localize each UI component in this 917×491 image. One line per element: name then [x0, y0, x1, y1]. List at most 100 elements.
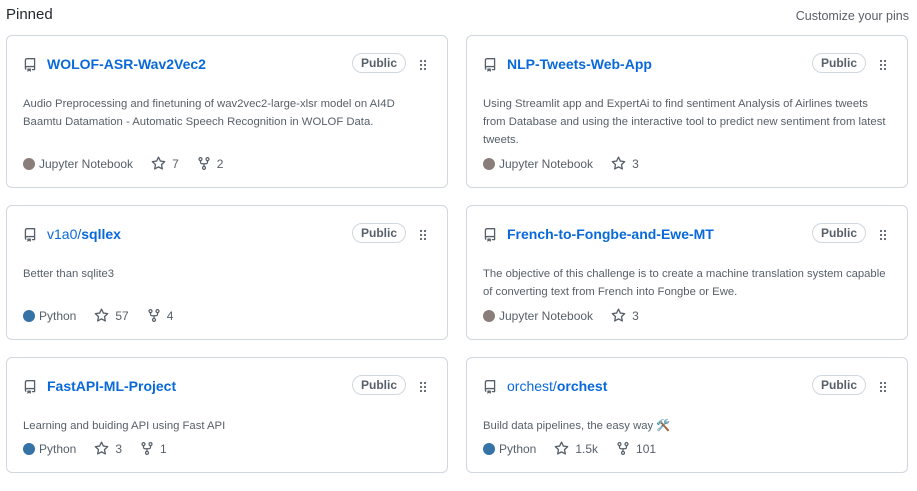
repo-description: Better than sqlite3: [23, 268, 115, 281]
language-label: Python: [39, 441, 77, 456]
repo-meta: Jupyter Notebook 3: [483, 156, 657, 171]
language-label: Jupyter Notebook: [499, 156, 594, 171]
stars-count: 3: [632, 308, 639, 323]
repo-name-link[interactable]: WOLOF-ASR-Wav2Vec2: [47, 56, 206, 72]
language-color-dot: [23, 309, 35, 322]
stars-link[interactable]: 1.5k: [554, 441, 598, 456]
fork-icon: [148, 309, 160, 322]
repo-name: orchest: [556, 378, 608, 394]
star-icon: [611, 308, 626, 322]
repo-owner: v1a0/: [47, 226, 82, 242]
visibility-badge: Public: [351, 223, 406, 243]
stars-count: 3: [115, 441, 123, 456]
language-color-dot: [483, 442, 495, 455]
fork-icon: [141, 442, 153, 455]
repo-name-link[interactable]: French-to-Fongbe-and-Ewe-MT: [507, 226, 714, 242]
repo-icon: [24, 228, 36, 242]
stars-link[interactable]: 3: [94, 441, 122, 456]
drag-handle-icon[interactable]: [879, 59, 887, 71]
repo-language: Jupyter Notebook: [483, 157, 593, 171]
fork-icon: [198, 157, 210, 170]
language-label: Python: [499, 441, 537, 456]
repo-name: French-to-Fongbe-and-Ewe-MT: [507, 226, 714, 242]
drag-handle-icon[interactable]: [879, 229, 887, 241]
stars-link[interactable]: 7: [151, 156, 179, 171]
stars-link[interactable]: 57: [94, 308, 129, 323]
fork-icon: [617, 442, 629, 455]
repo-name-link[interactable]: v1a0/sqllex: [47, 226, 121, 242]
repo-description: Audio Preprocessing and finetuning of wa…: [23, 98, 395, 129]
visibility-badge: Public: [811, 223, 866, 243]
stars-count: 3: [632, 156, 639, 171]
repo-name: FastAPI-ML-Project: [47, 378, 177, 394]
repo-name: NLP-Tweets-Web-App: [507, 56, 652, 72]
repo-language: Python: [483, 442, 536, 456]
language-color-dot: [483, 309, 495, 322]
language-color-dot: [483, 157, 495, 170]
repo-owner: orchest/: [507, 378, 557, 394]
forks-link[interactable]: 101: [616, 441, 656, 456]
repo-description: The objective of this challenge is to cr…: [483, 268, 886, 299]
drag-handle-icon[interactable]: [419, 229, 427, 241]
star-icon: [95, 441, 109, 455]
language-color-dot: [23, 442, 35, 455]
drag-handle-icon[interactable]: [419, 59, 427, 71]
visibility-badge: Public: [811, 375, 866, 395]
customize-pins-link[interactable]: Customize your pins: [796, 9, 909, 23]
language-color-dot: [23, 157, 35, 170]
forks-link[interactable]: 4: [147, 308, 174, 323]
repo-icon: [24, 380, 36, 394]
pinned-repo-card: WOLOF-ASR-Wav2Vec2 Public Audio Preproce…: [6, 35, 448, 188]
repo-meta: Jupyter Notebook 3: [483, 308, 657, 323]
pinned-header: Pinned Customize your pins: [6, 6, 909, 28]
forks-link[interactable]: 2: [197, 156, 224, 171]
star-icon: [95, 308, 109, 322]
pinned-repo-card: v1a0/sqllex Public Better than sqlite3 P…: [6, 205, 448, 340]
repo-meta: Python 1.5k 101: [483, 441, 674, 456]
pinned-repo-card: orchest/orchest Public Build data pipeli…: [466, 357, 908, 473]
pinned-repo-card: NLP-Tweets-Web-App Public Using Streamli…: [466, 35, 908, 188]
stars-count: 7: [172, 156, 179, 171]
stars-link[interactable]: 3: [611, 308, 639, 323]
stars-link[interactable]: 3: [611, 156, 639, 171]
repo-icon: [484, 58, 496, 72]
language-label: Jupyter Notebook: [499, 308, 594, 323]
pinned-title: Pinned: [6, 6, 53, 23]
repo-meta: Python 57 4: [23, 308, 191, 323]
repo-language: Python: [23, 309, 76, 323]
repo-language: Jupyter Notebook: [23, 157, 133, 171]
forks-count: 4: [166, 308, 174, 323]
visibility-badge: Public: [351, 53, 406, 73]
repo-icon: [484, 228, 496, 242]
pinned-repo-card: FastAPI-ML-Project Public Learning and b…: [6, 357, 448, 473]
repo-icon: [484, 380, 496, 394]
repo-name-link[interactable]: NLP-Tweets-Web-App: [507, 56, 652, 72]
language-label: Jupyter Notebook: [39, 156, 134, 171]
drag-handle-icon[interactable]: [879, 381, 887, 393]
repo-name-link[interactable]: FastAPI-ML-Project: [47, 378, 176, 394]
repo-description: Build data pipelines, the easy way 🛠️: [483, 420, 671, 433]
forks-count: 2: [216, 156, 224, 171]
repo-language: Python: [23, 442, 76, 456]
stars-count: 57: [115, 308, 129, 323]
repo-name: WOLOF-ASR-Wav2Vec2: [47, 56, 206, 72]
forks-count: 101: [636, 441, 657, 456]
visibility-badge: Public: [351, 375, 406, 395]
star-icon: [611, 156, 626, 170]
stars-count: 1.5k: [575, 441, 599, 456]
forks-link[interactable]: 1: [140, 441, 167, 456]
language-label: Python: [39, 308, 77, 323]
repo-language: Jupyter Notebook: [483, 309, 593, 323]
forks-count: 1: [160, 441, 167, 456]
drag-handle-icon[interactable]: [419, 381, 427, 393]
repo-description: Learning and buiding API using Fast API: [23, 420, 226, 433]
repo-name-link[interactable]: orchest/orchest: [507, 378, 607, 394]
star-icon: [555, 441, 569, 455]
visibility-badge: Public: [811, 53, 866, 73]
repo-name: sqllex: [81, 226, 121, 242]
star-icon: [151, 156, 166, 170]
pinned-repo-card: French-to-Fongbe-and-Ewe-MT Public The o…: [466, 205, 908, 340]
repo-meta: Jupyter Notebook 7 2: [23, 156, 241, 171]
repo-description: Using Streamlit app and ExpertAi to find…: [483, 98, 886, 147]
repo-meta: Python 3 1: [23, 441, 185, 456]
